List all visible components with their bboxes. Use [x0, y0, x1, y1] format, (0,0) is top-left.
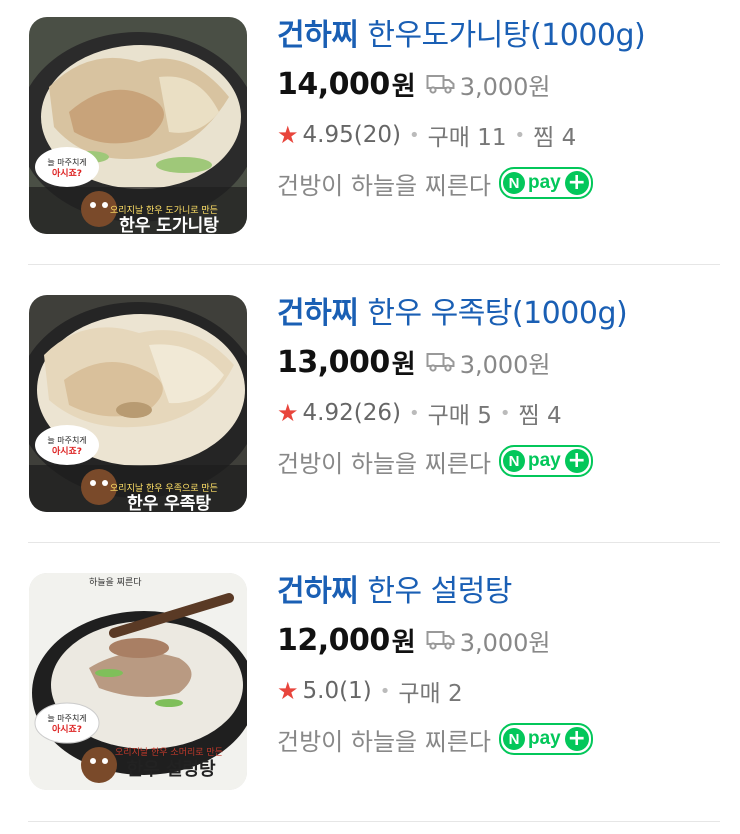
product-title[interactable]: 건하찌 한우 설렁탕 [277, 570, 730, 614]
svg-text:늘 마주치게: 늘 마주치게 [47, 157, 86, 167]
price: 14,000 [277, 66, 390, 102]
shipping-text: 3,000원 [459, 628, 551, 657]
brand-name[interactable]: 건하찌 [277, 18, 359, 53]
shipping-text: 3,000원 [459, 72, 551, 101]
purchase-count: 구매 2 [398, 681, 463, 707]
shipping-fee: 3,000원 [426, 345, 551, 380]
product-thumbnail[interactable]: 늘 마주치게 아시죠? 오리지날 한우 우족으로 만든 한우 우족탕 [29, 295, 247, 512]
npay-label: pay [527, 172, 561, 193]
review-count[interactable]: (26) [354, 400, 401, 426]
thumb-caption: 오리지날 한우 소머리로 만든 [115, 747, 223, 758]
separator-dot: • [379, 680, 391, 702]
star-icon: ★ [277, 121, 299, 149]
separator-dot: • [408, 124, 420, 146]
item-divider [28, 264, 720, 265]
thumb-caption: 오리지날 한우 도가니로 만든 [110, 205, 218, 216]
separator-dot: • [408, 402, 420, 424]
store-name[interactable]: 건방이 하늘을 찌른다 [277, 166, 491, 201]
store-row: 건방이 하늘을 찌른다 N pay + [277, 160, 730, 206]
meta-row: ★ 4.95 (20) • 구매 11 • 찜 4 [277, 112, 730, 158]
svg-text:아시죠?: 아시죠? [52, 723, 82, 735]
shipping-fee: 3,000원 [426, 67, 551, 102]
svg-text:아시죠?: 아시죠? [52, 445, 82, 457]
truck-icon [426, 75, 455, 94]
product-info: 건하찌 한우도가니탕(1000g) 14,000 원 3,000원 ★ 4.95… [277, 14, 730, 206]
purchase-count: 구매 5 [427, 403, 492, 429]
wish-count: 찜 4 [533, 125, 577, 151]
shipping-fee: 3,000원 [426, 623, 551, 658]
npay-plus-icon: + [564, 449, 589, 473]
svg-text:늘 마주치게: 늘 마주치게 [47, 435, 86, 445]
store-row: 건방이 하늘을 찌른다 N pay + [277, 716, 730, 762]
rating-score: 4.92 [302, 400, 354, 426]
product-title[interactable]: 건하찌 한우 우족탕(1000g) [277, 292, 730, 336]
price-row: 14,000 원 3,000원 [277, 58, 730, 110]
npay-plus-icon: + [564, 727, 589, 751]
product-item[interactable]: 늘 마주치게 아시죠? 오리지날 한우 도가니로 만든 한우 도가니탕 건하찌 … [0, 0, 740, 278]
product-thumbnail[interactable]: 늘 마주치게 아시죠? 오리지날 한우 도가니로 만든 한우 도가니탕 [29, 17, 247, 234]
truck-icon [426, 353, 455, 372]
product-name[interactable]: 한우 우족탕(1000g) [367, 296, 627, 331]
npay-plus-badge: N pay + [498, 167, 593, 199]
rating-score: 4.95 [302, 122, 354, 148]
product-info: 건하찌 한우 우족탕(1000g) 13,000 원 3,000원 ★ 4.92… [277, 292, 730, 484]
price-row: 12,000 원 3,000원 [277, 614, 730, 666]
product-image: 늘 마주치게 아시죠? 오리지날 한우 도가니로 만든 한우 도가니탕 [29, 17, 247, 234]
thumb-title: 한우 우족탕 [127, 494, 211, 512]
store-row: 건방이 하늘을 찌른다 N pay + [277, 438, 730, 484]
price: 13,000 [277, 344, 390, 380]
npay-label: pay [527, 450, 561, 471]
item-divider [28, 821, 720, 822]
currency: 원 [391, 627, 416, 658]
separator-dot: • [514, 124, 526, 146]
store-name[interactable]: 건방이 하늘을 찌른다 [277, 722, 491, 757]
meta-row: ★ 4.92 (26) • 구매 5 • 찜 4 [277, 390, 730, 436]
npay-n-icon: N [502, 450, 525, 472]
brand-name[interactable]: 건하찌 [277, 296, 359, 331]
product-title[interactable]: 건하찌 한우도가니탕(1000g) [277, 14, 730, 58]
npay-n-icon: N [502, 172, 525, 194]
store-name[interactable]: 건방이 하늘을 찌른다 [277, 444, 491, 479]
npay-n-icon: N [502, 728, 525, 750]
product-image: 하늘을 찌른다 늘 마주치게 아시죠? 오리지날 한우 소머리로 만든 한우 설… [29, 573, 247, 790]
shipping-text: 3,000원 [459, 350, 551, 379]
npay-plus-icon: + [564, 171, 589, 195]
product-item[interactable]: 하늘을 찌른다 늘 마주치게 아시죠? 오리지날 한우 소머리로 만든 한우 설… [0, 556, 740, 834]
svg-text:하늘을 찌른다: 하늘을 찌른다 [89, 577, 142, 588]
npay-plus-badge: N pay + [498, 445, 593, 477]
price-row: 13,000 원 3,000원 [277, 336, 730, 388]
meta-row: ★ 5.0 (1) • 구매 2 [277, 668, 730, 714]
item-divider [28, 542, 720, 543]
thumb-title: 한우 설렁탕 [126, 759, 216, 780]
product-name[interactable]: 한우도가니탕(1000g) [367, 18, 645, 53]
star-icon: ★ [277, 677, 299, 705]
currency: 원 [391, 349, 416, 380]
price: 12,000 [277, 622, 390, 658]
product-item[interactable]: 늘 마주치게 아시죠? 오리지날 한우 우족으로 만든 한우 우족탕 건하찌 한… [0, 278, 740, 556]
thumb-caption: 오리지날 한우 우족으로 만든 [110, 483, 218, 494]
product-name[interactable]: 한우 설렁탕 [367, 574, 512, 609]
star-icon: ★ [277, 399, 299, 427]
product-info: 건하찌 한우 설렁탕 12,000 원 3,000원 ★ 5.0 (1) • 구… [277, 570, 730, 762]
truck-icon [426, 631, 455, 650]
brand-name[interactable]: 건하찌 [277, 574, 359, 609]
currency: 원 [391, 71, 416, 102]
rating-score: 5.0 [302, 678, 340, 704]
svg-text:늘 마주치게: 늘 마주치게 [47, 713, 86, 723]
wish-count: 찜 4 [518, 403, 562, 429]
review-count[interactable]: (20) [354, 122, 401, 148]
product-image: 늘 마주치게 아시죠? 오리지날 한우 우족으로 만든 한우 우족탕 [29, 295, 247, 512]
svg-text:아시죠?: 아시죠? [52, 167, 82, 179]
purchase-count: 구매 11 [427, 125, 507, 151]
thumb-title: 한우 도가니탕 [119, 216, 219, 234]
product-thumbnail[interactable]: 하늘을 찌른다 늘 마주치게 아시죠? 오리지날 한우 소머리로 만든 한우 설… [29, 573, 247, 790]
npay-label: pay [527, 728, 561, 749]
separator-dot: • [499, 402, 511, 424]
npay-plus-badge: N pay + [498, 723, 593, 755]
review-count[interactable]: (1) [339, 678, 372, 704]
